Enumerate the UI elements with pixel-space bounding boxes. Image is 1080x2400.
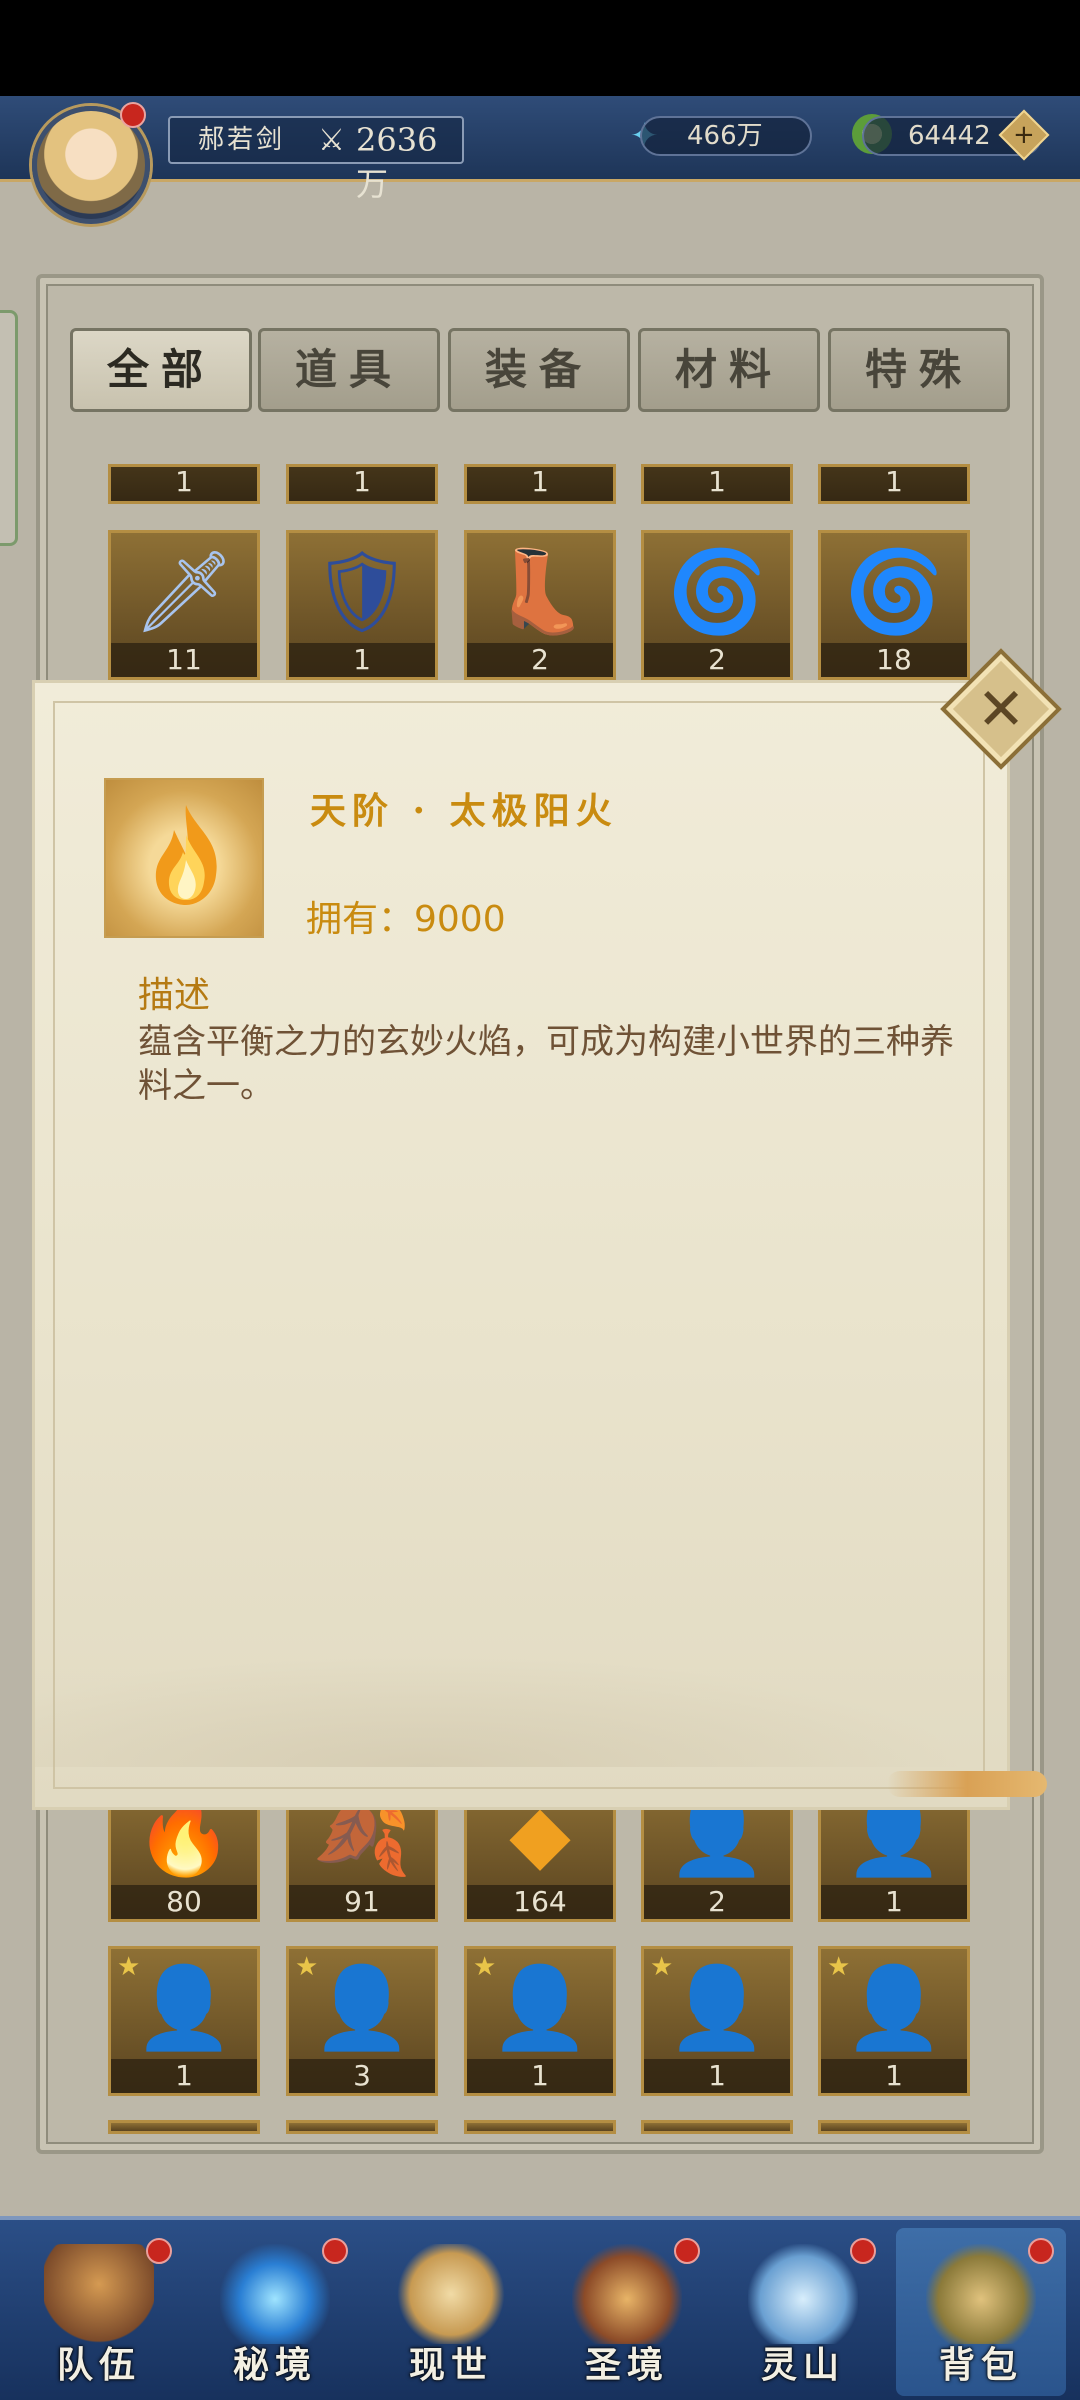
combat-power-value: 2636万 [356, 121, 438, 203]
item-count: 1 [821, 2059, 967, 2093]
nav-spirit-mountain[interactable]: 灵山 [718, 2228, 888, 2396]
inventory-slot[interactable]: 1 [286, 464, 438, 504]
inventory-slot[interactable] [641, 2120, 793, 2134]
inventory-slot[interactable] [818, 2120, 970, 2134]
crystal-currency-value: 466万 [640, 116, 812, 156]
status-bar [0, 0, 1080, 96]
item-name: 天阶 · 太极阳火 [310, 790, 618, 832]
item-icon-frame [104, 778, 264, 938]
notification-dot [850, 2238, 876, 2264]
tab-materials[interactable]: 材料 [638, 328, 820, 412]
nav-backpack[interactable]: 背包 [896, 2228, 1066, 2396]
item-count: 2 [467, 643, 613, 677]
notification-dot [322, 2238, 348, 2264]
nav-label: 队伍 [56, 2344, 141, 2386]
player-info-box[interactable]: 郝若剑 ⚔ 2636万 [168, 116, 464, 203]
nav-label: 灵山 [760, 2344, 845, 2386]
scroll-swirl-decoration [887, 1771, 1047, 1797]
item-count: 18 [821, 643, 967, 677]
nav-label: 秘境 [232, 2344, 317, 2386]
inventory-slot[interactable]: 👢 2 [464, 530, 616, 680]
item-count: 3 [289, 2059, 435, 2093]
item-count: 2 [644, 643, 790, 677]
item-count: 1 [289, 643, 435, 677]
side-drawer-tab[interactable] [0, 310, 18, 546]
scroll-map-icon [396, 2244, 506, 2344]
tab-equipment[interactable]: 装备 [448, 328, 630, 412]
notification-dot [146, 2238, 172, 2264]
close-icon: ✕ [976, 675, 1026, 743]
inventory-slot[interactable]: ★ 👤 3 [286, 1946, 438, 2096]
item-count: 1 [467, 2059, 613, 2093]
nav-holy-realm[interactable]: 圣境 [542, 2228, 712, 2396]
item-count: 1 [644, 467, 790, 501]
inventory-slot[interactable]: ★ 👤 1 [818, 1946, 970, 2096]
portal-icon [220, 2244, 330, 2344]
nav-team[interactable]: 队伍 [14, 2228, 184, 2396]
item-count: 91 [289, 1885, 435, 1919]
owned-count: 拥有：9000 [306, 899, 506, 940]
tab-special[interactable]: 特殊 [828, 328, 1010, 412]
item-count: 2 [644, 1885, 790, 1919]
inventory-slot[interactable]: ★ 👤 1 [108, 1946, 260, 2096]
item-count: 1 [111, 467, 257, 501]
item-count: 1 [821, 1885, 967, 1919]
notification-dot [674, 2238, 700, 2264]
item-count: 1 [289, 467, 435, 501]
fire-icon [155, 805, 217, 905]
inventory-slot[interactable]: ★ 👤 1 [464, 1946, 616, 2096]
nav-world[interactable]: 现世 [366, 2228, 536, 2396]
item-count: 1 [467, 467, 613, 501]
item-count: 1 [644, 2059, 790, 2093]
inventory-slot[interactable]: 🗡 11 [108, 530, 260, 680]
inventory-slot[interactable] [464, 2120, 616, 2134]
tab-all[interactable]: 全部 [70, 328, 252, 412]
inventory-slot[interactable]: 1 [818, 464, 970, 504]
item-count: 11 [111, 643, 257, 677]
inventory-slot[interactable]: 🛡 1 [286, 530, 438, 680]
palace-icon [572, 2244, 682, 2344]
inventory-slot[interactable]: 1 [641, 464, 793, 504]
inventory-slot[interactable] [108, 2120, 260, 2134]
inventory-slot[interactable]: ★ 👤 1 [641, 1946, 793, 2096]
inventory-slot[interactable]: 🌀 18 [818, 530, 970, 680]
nav-label: 背包 [938, 2344, 1023, 2386]
player-name: 郝若剑 [198, 125, 286, 155]
item-description: 蕴含平衡之力的玄妙火焰，可成为构建小世界的三种养料之一。 [138, 1022, 954, 1106]
inventory-slot[interactable] [286, 2120, 438, 2134]
plus-icon: + [1013, 119, 1035, 150]
team-icon [44, 2244, 154, 2344]
mountain-icon [748, 2244, 858, 2344]
nav-secret-realm[interactable]: 秘境 [190, 2228, 360, 2396]
nav-label: 现世 [408, 2344, 493, 2386]
inventory-slot[interactable]: 🌀 2 [641, 530, 793, 680]
combat-power-icon: ⚔ [318, 123, 348, 158]
description-heading: 描述 [138, 975, 211, 1016]
notification-dot [120, 102, 146, 128]
item-count: 1 [821, 467, 967, 501]
inventory-slot[interactable]: 1 [464, 464, 616, 504]
backpack-icon [926, 2244, 1036, 2344]
inventory-slot[interactable]: 1 [108, 464, 260, 504]
item-count: 1 [111, 2059, 257, 2093]
notification-dot [1028, 2238, 1054, 2264]
item-count: 164 [467, 1885, 613, 1919]
tab-items[interactable]: 道具 [258, 328, 440, 412]
nav-label: 圣境 [584, 2344, 669, 2386]
dialog-decoration [35, 1647, 1007, 1767]
item-count: 80 [111, 1885, 257, 1919]
